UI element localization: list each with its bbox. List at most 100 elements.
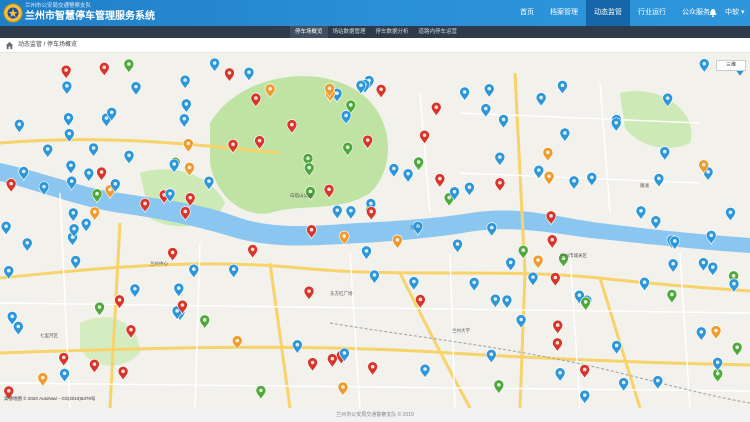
- parking-pin-icon[interactable]: [480, 103, 492, 119]
- nav-home[interactable]: 首页: [512, 0, 542, 26]
- parking-pin-icon[interactable]: [375, 84, 387, 100]
- parking-pin-icon[interactable]: [611, 340, 622, 356]
- parking-pin-icon[interactable]: [307, 357, 318, 373]
- parking-pin-icon[interactable]: [486, 222, 498, 238]
- parking-pin-icon[interactable]: [67, 207, 79, 223]
- parking-pin-icon[interactable]: [725, 207, 736, 223]
- parking-pin-icon[interactable]: [712, 357, 723, 373]
- parking-pin-icon[interactable]: [731, 341, 743, 358]
- parking-pin-icon[interactable]: [60, 64, 72, 80]
- parking-pin-icon[interactable]: [63, 112, 74, 128]
- parking-pin-icon[interactable]: [490, 293, 501, 309]
- parking-pin-icon[interactable]: [434, 173, 446, 189]
- parking-pin-icon[interactable]: [0, 220, 12, 237]
- parking-pin-icon[interactable]: [527, 271, 539, 288]
- parking-pin-icon[interactable]: [610, 117, 622, 133]
- nav-monitoring[interactable]: 动态监管: [586, 0, 630, 26]
- map-canvas[interactable]: [0, 53, 750, 408]
- parking-pin-icon[interactable]: [652, 375, 664, 391]
- parking-pin-icon[interactable]: [83, 167, 95, 183]
- parking-pin-icon[interactable]: [517, 244, 529, 261]
- parking-pin-icon[interactable]: [498, 114, 509, 130]
- parking-pin-icon[interactable]: [181, 98, 192, 114]
- parking-pin-icon[interactable]: [542, 147, 554, 163]
- parking-pin-icon[interactable]: [130, 81, 142, 97]
- parking-pin-icon[interactable]: [554, 367, 566, 383]
- parking-pin-icon[interactable]: [292, 339, 303, 355]
- parking-pin-icon[interactable]: [247, 244, 258, 260]
- parking-pin-icon[interactable]: [468, 277, 480, 293]
- parking-pin-icon[interactable]: [486, 349, 497, 365]
- parking-pin-icon[interactable]: [361, 245, 372, 261]
- parking-pin-icon[interactable]: [243, 66, 255, 83]
- parking-pin-icon[interactable]: [408, 276, 420, 292]
- parking-pin-icon[interactable]: [123, 150, 135, 166]
- parking-pin-icon[interactable]: [698, 257, 709, 273]
- parking-pin-icon[interactable]: [579, 389, 591, 406]
- tab-parking-overview[interactable]: 停车场概览: [290, 26, 328, 38]
- parking-pin-icon[interactable]: [178, 113, 190, 129]
- parking-pin-icon[interactable]: [129, 283, 141, 299]
- parking-pin-icon[interactable]: [552, 337, 563, 353]
- parking-pin-icon[interactable]: [666, 289, 678, 305]
- parking-pin-icon[interactable]: [167, 247, 178, 263]
- parking-pin-icon[interactable]: [650, 215, 662, 231]
- parking-pin-icon[interactable]: [698, 58, 710, 74]
- parking-pin-icon[interactable]: [659, 146, 671, 162]
- bell-icon[interactable]: [708, 8, 718, 18]
- parking-pin-icon[interactable]: [546, 234, 558, 250]
- parking-pin-icon[interactable]: [345, 205, 357, 221]
- parking-pin-icon[interactable]: [80, 217, 92, 234]
- parking-pin-icon[interactable]: [179, 74, 191, 91]
- parking-pin-icon[interactable]: [635, 205, 647, 221]
- parking-pin-icon[interactable]: [532, 254, 544, 271]
- parking-pin-icon[interactable]: [586, 172, 598, 188]
- parking-pin-icon[interactable]: [89, 206, 101, 222]
- parking-pin-icon[interactable]: [88, 142, 99, 158]
- parking-pin-icon[interactable]: [568, 175, 580, 191]
- parking-pin-icon[interactable]: [494, 151, 506, 168]
- parking-pin-icon[interactable]: [515, 314, 527, 330]
- parking-pin-icon[interactable]: [501, 294, 513, 310]
- parking-pin-icon[interactable]: [303, 285, 315, 302]
- parking-pin-icon[interactable]: [459, 86, 470, 102]
- parking-pin-icon[interactable]: [550, 272, 561, 288]
- parking-pin-icon[interactable]: [14, 118, 25, 135]
- map-3d-toggle[interactable]: 三维: [716, 60, 746, 71]
- parking-pin-icon[interactable]: [70, 255, 81, 271]
- parking-pin-icon[interactable]: [388, 163, 400, 179]
- parking-pin-icon[interactable]: [209, 57, 220, 73]
- parking-pin-icon[interactable]: [65, 160, 77, 176]
- parking-pin-icon[interactable]: [557, 80, 568, 96]
- home-icon[interactable]: [5, 41, 14, 50]
- parking-pin-icon[interactable]: [123, 58, 135, 74]
- parking-pin-icon[interactable]: [21, 237, 33, 253]
- parking-pin-icon[interactable]: [419, 129, 430, 146]
- parking-pin-icon[interactable]: [365, 206, 377, 222]
- parking-pin-icon[interactable]: [653, 173, 665, 189]
- parking-pin-icon[interactable]: [543, 170, 555, 187]
- parking-pin-icon[interactable]: [392, 234, 403, 250]
- parking-pin-icon[interactable]: [552, 319, 564, 336]
- tab-station-data[interactable]: 场站数据管理: [328, 26, 371, 38]
- parking-pin-icon[interactable]: [42, 143, 54, 159]
- parking-pin-icon[interactable]: [331, 204, 343, 221]
- parking-pin-icon[interactable]: [639, 277, 650, 293]
- parking-pin-icon[interactable]: [430, 101, 442, 118]
- parking-pin-icon[interactable]: [37, 372, 49, 388]
- parking-pin-icon[interactable]: [58, 352, 70, 368]
- parking-pin-icon[interactable]: [369, 269, 380, 285]
- nav-operations[interactable]: 行业运行: [630, 0, 674, 26]
- parking-pin-icon[interactable]: [183, 138, 194, 154]
- parking-pin-icon[interactable]: [255, 385, 267, 401]
- parking-pin-icon[interactable]: [173, 282, 185, 299]
- parking-pin-icon[interactable]: [12, 321, 24, 337]
- parking-pin-icon[interactable]: [493, 379, 505, 395]
- parking-pin-icon[interactable]: [5, 178, 17, 194]
- parking-pin-icon[interactable]: [188, 263, 200, 280]
- parking-pin-icon[interactable]: [402, 168, 414, 184]
- parking-pin-icon[interactable]: [483, 83, 495, 99]
- parking-pin-icon[interactable]: [94, 301, 105, 317]
- parking-pin-icon[interactable]: [117, 366, 129, 382]
- parking-pin-icon[interactable]: [710, 325, 722, 341]
